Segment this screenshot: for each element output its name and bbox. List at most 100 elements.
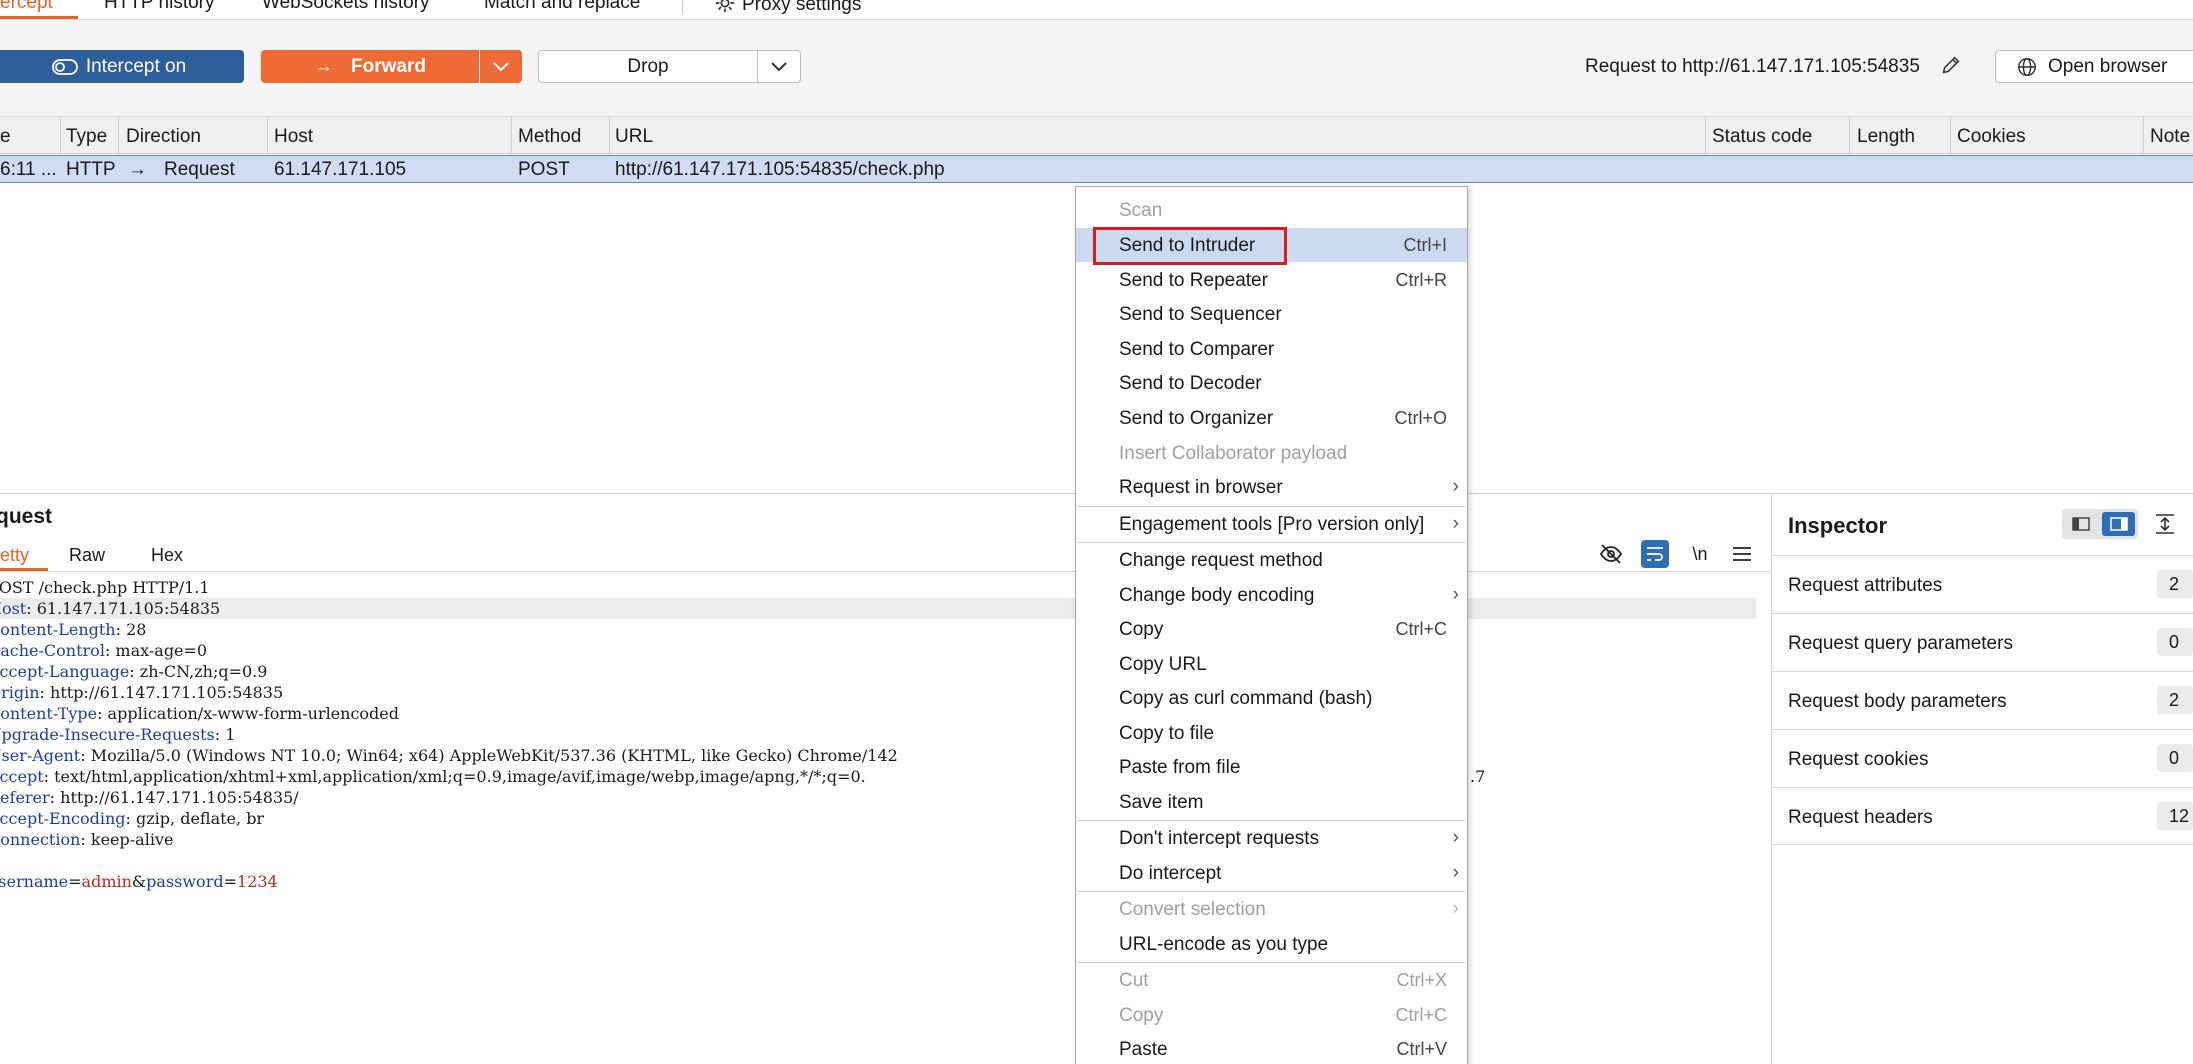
header-line: Origin: http://61.147.171.105:54835 xyxy=(0,683,284,702)
menu-item-change-request-method[interactable]: Change request method xyxy=(1076,543,1467,577)
inspector-row-label: Request headers xyxy=(1788,807,1933,828)
open-browser-label: Open browser xyxy=(2048,55,2168,77)
column-url[interactable]: URL xyxy=(615,126,653,148)
intercept-label: Intercept on xyxy=(85,55,187,77)
column-host[interactable]: Host xyxy=(274,126,313,148)
menu-item-copy-disabled[interactable]: Copy Ctrl+C xyxy=(1076,998,1467,1032)
header-line: Content-Length: 28 xyxy=(0,620,147,639)
row-time: 6:11 ... xyxy=(0,159,57,180)
row-type: HTTP xyxy=(66,159,116,180)
menu-item-send-to-repeater[interactable]: Send to Repeater Ctrl+R xyxy=(1076,263,1467,297)
menu-item-url-encode-as-you-type[interactable]: URL-encode as you type xyxy=(1076,927,1467,961)
inspector-row-body-parameters[interactable]: Request body parameters 2 xyxy=(1772,671,2193,729)
menu-item-do-intercept[interactable]: Do intercept › xyxy=(1076,856,1467,890)
column-length[interactable]: Length xyxy=(1857,126,1915,148)
row-method: POST xyxy=(518,159,570,180)
arrow-right-icon: → xyxy=(128,159,147,180)
layout-horizontal-icon[interactable] xyxy=(2066,513,2096,535)
tab-intercept[interactable]: ercept xyxy=(0,0,53,14)
header-line: Accept: text/html,application/xhtml+xml,… xyxy=(0,767,866,786)
forward-label: Forward xyxy=(351,55,426,77)
inspector-row-count: 0 xyxy=(2157,628,2193,656)
header-line: Cache-Control: max-age=0 xyxy=(0,641,208,660)
menu-item-dont-intercept-requests[interactable]: Don't intercept requests › xyxy=(1076,821,1467,855)
word-wrap-icon[interactable] xyxy=(1641,540,1669,568)
open-browser-button[interactable]: Open browser xyxy=(1995,50,2193,83)
tab-hex[interactable]: Hex xyxy=(151,545,183,566)
column-divider xyxy=(60,117,61,154)
chevron-right-icon: › xyxy=(1452,513,1459,534)
menu-item-copy-to-file[interactable]: Copy to file xyxy=(1076,716,1467,750)
column-cookies[interactable]: Cookies xyxy=(1957,126,2026,148)
menu-item-request-in-browser[interactable]: Request in browser › xyxy=(1076,470,1467,504)
menu-item-paste-from-file[interactable]: Paste from file xyxy=(1076,750,1467,784)
inspector-row-count: 12 xyxy=(2157,802,2193,830)
menu-item-insert-collaborator-payload[interactable]: Insert Collaborator payload xyxy=(1076,436,1467,470)
forward-dropdown-button[interactable] xyxy=(480,50,522,83)
menu-item-scan[interactable]: Scan xyxy=(1076,193,1467,227)
menu-item-send-to-comparer[interactable]: Send to Comparer xyxy=(1076,332,1467,366)
inspector-row-headers[interactable]: Request headers 12 xyxy=(1772,787,2193,845)
row-host: 61.147.171.105 xyxy=(274,159,407,180)
inspector-row-label: Request query parameters xyxy=(1788,633,2013,654)
column-divider xyxy=(2143,117,2144,154)
menu-item-cut[interactable]: Cut Ctrl+X xyxy=(1076,963,1467,997)
intercept-table-header: e Type Direction Host Method URL Status … xyxy=(0,116,2193,154)
tab-raw[interactable]: Raw xyxy=(69,545,105,566)
layout-vertical-icon[interactable] xyxy=(2102,512,2135,536)
chevron-right-icon: › xyxy=(1452,862,1459,883)
menu-item-send-to-sequencer[interactable]: Send to Sequencer xyxy=(1076,297,1467,331)
hide-eye-icon[interactable] xyxy=(1597,540,1625,568)
column-direction[interactable]: Direction xyxy=(126,126,201,148)
menu-item-copy-as-curl[interactable]: Copy as curl command (bash) xyxy=(1076,681,1467,715)
column-type[interactable]: Type xyxy=(66,126,107,148)
menu-item-engagement-tools[interactable]: Engagement tools [Pro version only] › xyxy=(1076,507,1467,541)
context-menu: Scan Send to Intruder Ctrl+I Send to Repe… xyxy=(1075,186,1468,1064)
arrow-right-icon: → xyxy=(314,55,334,77)
tab-http-history[interactable]: HTTP history xyxy=(104,0,215,14)
intercept-toggle-button[interactable]: Intercept on xyxy=(0,50,244,83)
tab-websockets-history[interactable]: WebSockets history xyxy=(262,0,430,14)
pencil-icon[interactable] xyxy=(1940,54,1962,76)
tab-match-and-replace[interactable]: Match and replace xyxy=(484,0,640,14)
menu-item-copy[interactable]: Copy Ctrl+C xyxy=(1076,612,1467,646)
chevron-down-icon xyxy=(493,61,509,71)
inspector-row-cookies[interactable]: Request cookies 0 xyxy=(1772,729,2193,787)
globe-icon xyxy=(2018,57,2036,76)
menu-item-send-to-organizer[interactable]: Send to Organizer Ctrl+O xyxy=(1076,401,1467,435)
tab-pretty[interactable]: etty xyxy=(0,545,29,566)
column-notes[interactable]: Note xyxy=(2150,126,2190,148)
inspector-row-count: 2 xyxy=(2157,570,2193,598)
drop-dropdown-button[interactable] xyxy=(757,50,801,83)
menu-item-save-item[interactable]: Save item xyxy=(1076,785,1467,819)
tab-proxy-settings[interactable]: Proxy settings xyxy=(714,0,861,16)
hamburger-menu-icon[interactable] xyxy=(1728,540,1756,568)
menu-item-change-body-encoding[interactable]: Change body encoding › xyxy=(1076,578,1467,612)
inspector-row-query-parameters[interactable]: Request query parameters 0 xyxy=(1772,613,2193,671)
header-line: Referer: http://61.147.171.105:54835/ xyxy=(0,788,299,807)
inspector-row-request-attributes[interactable]: Request attributes 2 xyxy=(1772,555,2193,613)
forward-button[interactable]: → Forward xyxy=(261,50,479,83)
column-method[interactable]: Method xyxy=(518,126,581,148)
collapse-icon[interactable] xyxy=(2154,513,2176,535)
proxy-tab-bar: ercept HTTP history WebSockets history M… xyxy=(0,0,2193,20)
column-status-code[interactable]: Status code xyxy=(1712,126,1812,148)
menu-item-paste[interactable]: Paste Ctrl+V xyxy=(1076,1032,1467,1064)
toggle-icon xyxy=(51,58,78,75)
table-row[interactable]: 6:11 ... HTTP → Request 61.147.171.105 P… xyxy=(0,155,2193,183)
menu-item-convert-selection[interactable]: Convert selection › xyxy=(1076,892,1467,926)
inspector-row-count: 0 xyxy=(2157,744,2193,772)
request-editor-panel: quest etty Raw Hex \n POST /check.php HT… xyxy=(0,495,1770,1064)
request-code-editor[interactable]: POST /check.php HTTP/1.1 Host: 61.147.17… xyxy=(0,577,1758,892)
menu-item-copy-url[interactable]: Copy URL xyxy=(1076,647,1467,681)
chevron-right-icon: › xyxy=(1452,584,1459,605)
drop-button[interactable]: Drop xyxy=(538,50,758,83)
column-divider xyxy=(267,117,268,154)
drop-label: Drop xyxy=(627,55,669,77)
inspector-row-label: Request cookies xyxy=(1788,749,1929,770)
column-time[interactable]: e xyxy=(0,126,11,148)
chevron-right-icon: › xyxy=(1452,898,1459,919)
menu-item-send-to-decoder[interactable]: Send to Decoder xyxy=(1076,366,1467,400)
newline-toggle-icon[interactable]: \n xyxy=(1686,540,1714,568)
